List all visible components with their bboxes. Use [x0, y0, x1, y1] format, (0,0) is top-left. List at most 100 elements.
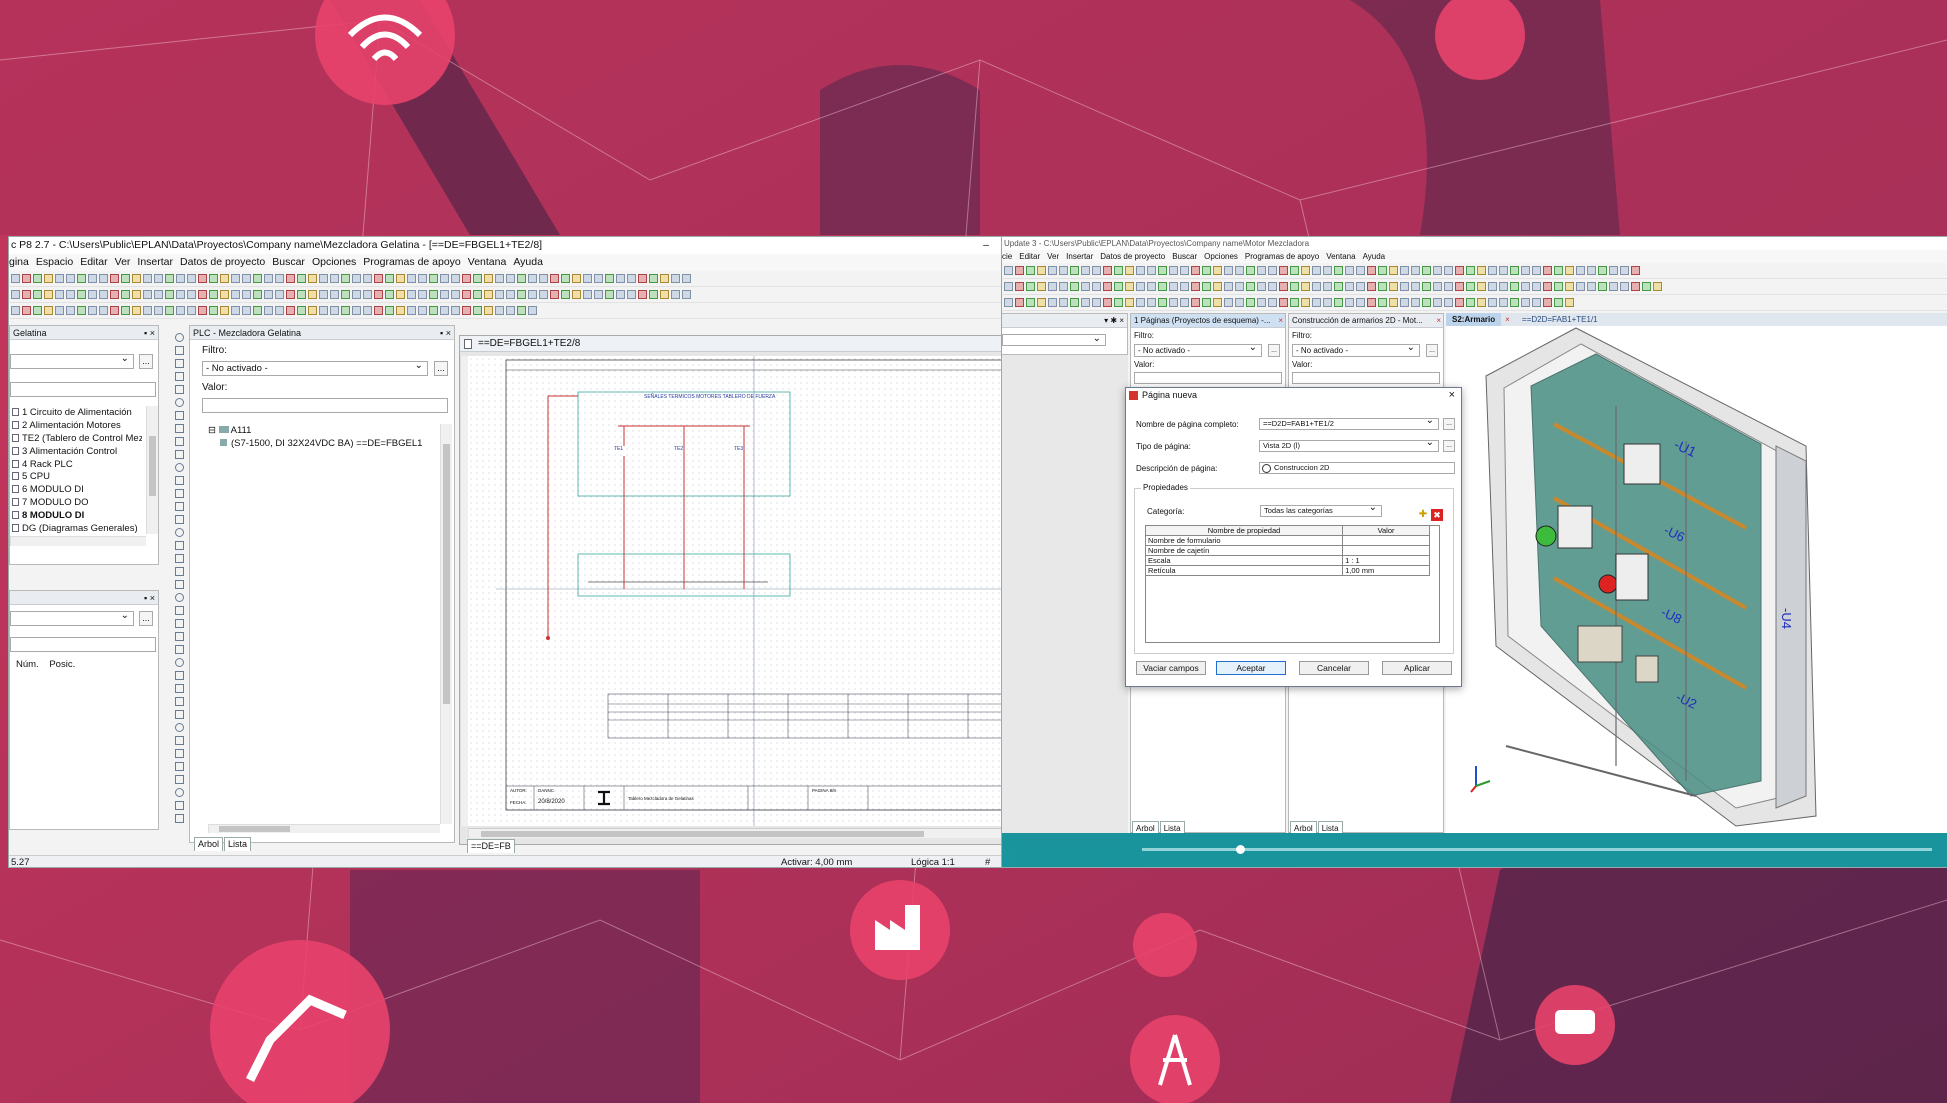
menu-item[interactable]: Insertar [1066, 252, 1093, 261]
toolbar-tool-icon[interactable] [1213, 298, 1222, 307]
toolbar-tool-icon[interactable] [1598, 266, 1607, 275]
toolbar-tool-icon[interactable] [11, 306, 20, 315]
property-row[interactable]: Retícula 1,00 mm [1144, 565, 1430, 576]
toolbar-tool-icon[interactable] [330, 290, 339, 299]
toolbar-tool-icon[interactable] [253, 274, 262, 283]
toolbar-tool-icon[interactable] [407, 306, 416, 315]
toolbar-tool-icon[interactable] [1081, 282, 1090, 291]
toolbar-tool-icon[interactable] [1587, 266, 1596, 275]
toolbar-tool-icon[interactable] [1411, 266, 1420, 275]
toolbar-tool-icon[interactable] [1279, 266, 1288, 275]
draw-tool-icon[interactable] [175, 723, 184, 732]
toolbar-tool-icon[interactable] [187, 306, 196, 315]
toolbar-tool-icon[interactable] [22, 290, 31, 299]
toolbar-tool-icon[interactable] [1400, 266, 1409, 275]
toolbar-tool-icon[interactable] [1059, 282, 1068, 291]
toolbar-tool-icon[interactable] [209, 306, 218, 315]
toolbar-tool-icon[interactable] [451, 306, 460, 315]
toolbar-tool-icon[interactable] [484, 274, 493, 283]
toolbar-tool-icon[interactable] [440, 274, 449, 283]
draw-tool-icon[interactable] [175, 385, 184, 394]
toolbar-tool-icon[interactable] [1059, 266, 1068, 275]
toolbar-tool-icon[interactable] [363, 306, 372, 315]
toolbar-tool-icon[interactable] [165, 290, 174, 299]
toolbar-tool-icon[interactable] [66, 290, 75, 299]
toolbar-tool-icon[interactable] [242, 306, 251, 315]
toolbar-tool-icon[interactable] [231, 290, 240, 299]
toolbar-tool-icon[interactable] [1224, 298, 1233, 307]
translate-globe-icon[interactable] [1262, 464, 1271, 473]
close-icon[interactable]: ▪ × [144, 591, 155, 605]
toolbar-tool-icon[interactable] [528, 306, 537, 315]
toolbar-tool-icon[interactable] [1378, 282, 1387, 291]
toolbar-tool-icon[interactable] [1389, 266, 1398, 275]
draw-tool-icon[interactable] [175, 541, 184, 550]
toolbar-tool-icon[interactable] [132, 290, 141, 299]
menu-item[interactable]: gina [9, 256, 29, 268]
menu-item[interactable]: Programas de apoyo [363, 256, 460, 268]
toolbar-tool-icon[interactable] [605, 290, 614, 299]
toolbar-tool-icon[interactable] [286, 306, 295, 315]
toolbar-tool-icon[interactable] [649, 290, 658, 299]
toolbar-tool-icon[interactable] [1004, 282, 1013, 291]
tab-armario[interactable]: S2:Armario [1446, 313, 1502, 326]
cabinet-3d-model[interactable] [1446, 326, 1947, 831]
page-tree-item[interactable]: 7 MODULO DO [12, 497, 142, 510]
toolbar-tool-icon[interactable] [1510, 266, 1519, 275]
toolbar-tool-icon[interactable] [88, 306, 97, 315]
toolbar-tool-icon[interactable] [1422, 282, 1431, 291]
draw-tool-icon[interactable] [175, 437, 184, 446]
toolbar-tool-icon[interactable] [1246, 266, 1255, 275]
schematic-canvas[interactable]: SEÑALES TERMICOS MOTORES TABLERO DE FUER… [468, 356, 1001, 826]
toolbar-tool-icon[interactable] [528, 290, 537, 299]
toolbar-tool-icon[interactable] [1345, 282, 1354, 291]
toolbar-tool-icon[interactable] [165, 306, 174, 315]
toolbar-tool-icon[interactable] [1202, 282, 1211, 291]
menu-item[interactable]: Ayuda [1363, 252, 1386, 261]
toolbar-tool-icon[interactable] [1466, 266, 1475, 275]
toolbar-tool-icon[interactable] [1268, 282, 1277, 291]
toolbar-tool-icon[interactable] [1356, 266, 1365, 275]
toolbar-tool-icon[interactable] [66, 274, 75, 283]
toolbar-tool-icon[interactable] [352, 306, 361, 315]
plc-tree-hscrollbar[interactable] [208, 824, 440, 833]
toolbar-tool-icon[interactable] [407, 274, 416, 283]
tab-arbol[interactable]: Arbol [194, 837, 224, 851]
menu-item[interactable]: Insertar [137, 256, 173, 268]
panel2-value-input[interactable] [1292, 372, 1440, 384]
draw-tool-icon[interactable] [175, 788, 184, 797]
toolbar-tool-icon[interactable] [1246, 282, 1255, 291]
schematic-hscrollbar[interactable] [468, 828, 1001, 838]
draw-tool-icon[interactable] [175, 515, 184, 524]
toolbar-tool-icon[interactable] [242, 290, 251, 299]
toolbar-tool-icon[interactable] [1477, 298, 1486, 307]
toolbar-tool-icon[interactable] [1070, 298, 1079, 307]
pages-tree-hscrollbar[interactable] [10, 536, 146, 546]
toolbar-tool-icon[interactable] [1455, 282, 1464, 291]
toolbar-tool-icon[interactable] [154, 274, 163, 283]
toolbar-tool-icon[interactable] [297, 290, 306, 299]
toolbar-tool-icon[interactable] [88, 274, 97, 283]
toolbar-tool-icon[interactable] [352, 274, 361, 283]
toolbar-tool-icon[interactable] [627, 274, 636, 283]
plc-filter-more-button[interactable]: ... [434, 361, 448, 376]
toolbar-tool-icon[interactable] [330, 274, 339, 283]
toolbar-tool-icon[interactable] [363, 290, 372, 299]
toolbar-tool-icon[interactable] [1026, 298, 1035, 307]
toolbar-tool-icon[interactable] [341, 306, 350, 315]
toolbar-tool-icon[interactable] [1323, 266, 1332, 275]
toolbar-tool-icon[interactable] [275, 274, 284, 283]
toolbar-tool-icon[interactable] [561, 274, 570, 283]
toolbar-tool-icon[interactable] [1147, 282, 1156, 291]
draw-tool-icon[interactable] [175, 775, 184, 784]
column-header-position[interactable]: Posic. [49, 659, 75, 670]
toolbar-tool-icon[interactable] [1290, 298, 1299, 307]
close-icon[interactable]: ▪ × [440, 326, 451, 340]
toolbar-tool-icon[interactable] [231, 306, 240, 315]
toolbar-tool-icon[interactable] [1334, 298, 1343, 307]
toolbar-tool-icon[interactable] [143, 290, 152, 299]
toolbar-tool-icon[interactable] [1389, 282, 1398, 291]
draw-tool-icon[interactable] [175, 580, 184, 589]
toolbar-tool-icon[interactable] [1114, 298, 1123, 307]
toolbar-tool-icon[interactable] [44, 274, 53, 283]
